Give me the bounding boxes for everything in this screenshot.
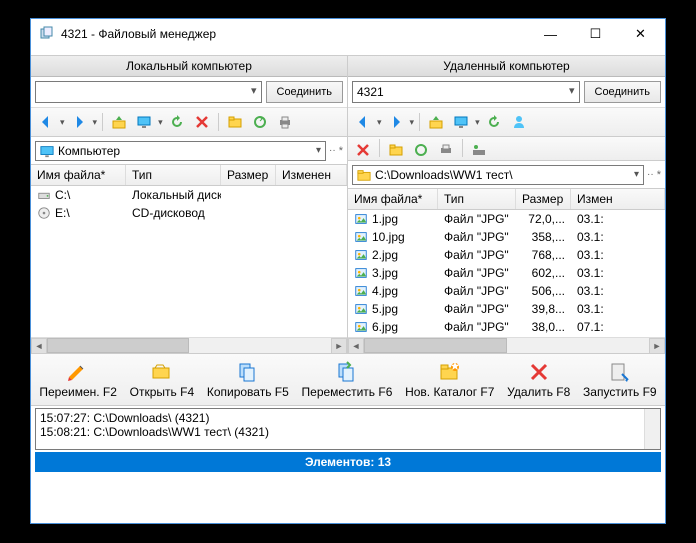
remote-toolbar: ▾ ▾ ▾ [348,108,665,137]
user-icon[interactable] [508,111,530,133]
star-icon[interactable]: * [339,145,343,157]
list-item[interactable]: 6.jpgФайл "JPG"38,0...07.1: [348,318,665,336]
star-icon[interactable]: * [657,169,661,181]
folder-open-icon [150,360,174,384]
action-folder-open[interactable]: Открыть F4 [126,358,198,401]
forward-icon[interactable] [385,111,407,133]
local-panel: Локальный компьютер Соединить ▾ ▾ ▾ [31,56,348,353]
refresh-icon[interactable] [483,111,505,133]
window-title: 4321 - Файловый менеджер [61,27,528,41]
list-item[interactable]: C:\Локальный диск [31,186,347,204]
col-modified[interactable]: Изменен [276,165,347,185]
local-scrollbar[interactable]: ◄► [31,337,347,353]
list-item[interactable]: E:\CD-дисковод [31,204,347,222]
remote-columns: Имя файла* Тип Размер Измен [348,189,665,210]
remote-toolbar-2 [348,137,665,161]
app-icon [39,26,55,42]
local-columns: Имя файла* Тип Размер Изменен [31,165,347,186]
local-path-select[interactable]: Компьютер [35,141,326,161]
status-bar: Элементов: 13 [35,452,661,472]
svg-text:★: ★ [449,360,460,373]
run-icon [608,360,632,384]
local-file-list[interactable]: C:\Локальный дискE:\CD-дисковод [31,186,347,337]
log-line: 15:07:27: C:\Downloads\ (4321) [40,411,656,425]
local-toolbar: ▾ ▾ ▾ [31,108,347,137]
action-bar: Переимен. F2Открыть F4Копировать F5Перем… [31,353,665,406]
local-connection-select[interactable] [35,81,262,103]
pencil-icon [66,360,90,384]
col-name[interactable]: Имя файла* [31,165,126,185]
remote-file-list[interactable]: 1.jpgФайл "JPG"72,0,...03.1:10.jpgФайл "… [348,210,665,337]
action-delete[interactable]: Удалить F8 [503,358,574,401]
col-name[interactable]: Имя файла* [348,189,438,209]
print-icon[interactable] [274,111,296,133]
folder-icon[interactable] [385,139,407,161]
list-item[interactable]: 5.jpgФайл "JPG"39,8...03.1: [348,300,665,318]
local-connect-button[interactable]: Соединить [266,81,344,103]
action-pencil[interactable]: Переимен. F2 [35,358,121,401]
delete-icon [527,360,551,384]
up-folder-icon[interactable] [108,111,130,133]
action-copy[interactable]: Копировать F5 [203,358,293,401]
back-icon[interactable] [352,111,374,133]
sync-icon[interactable] [249,111,271,133]
dots-icon[interactable]: ·· [329,145,336,156]
monitor-icon [40,144,54,158]
action-move[interactable]: Переместить F6 [298,358,397,401]
forward-icon[interactable] [68,111,90,133]
col-type[interactable]: Тип [438,189,516,209]
new-folder-icon: ★ [438,360,462,384]
remote-panel: Удаленный компьютер 4321 Соединить ▾ ▾ ▾ [348,56,665,353]
log-line: 15:08:21: C:\Downloads\WW1 тест\ (4321) [40,425,656,439]
dots-icon[interactable]: ·· [647,169,654,180]
remote-connect-button[interactable]: Соединить [584,81,662,103]
monitor-icon[interactable] [133,111,155,133]
local-panel-header: Локальный компьютер [31,56,347,77]
list-item[interactable]: 4.jpgФайл "JPG"506,...03.1: [348,282,665,300]
log-panel[interactable]: 15:07:27: C:\Downloads\ (4321)15:08:21: … [35,408,661,450]
folder-icon[interactable] [224,111,246,133]
close-button[interactable]: ✕ [618,20,663,48]
col-size[interactable]: Размер [221,165,276,185]
copy-icon [236,360,260,384]
back-icon[interactable] [35,111,57,133]
move-icon [335,360,359,384]
refresh-icon[interactable] [166,111,188,133]
col-size[interactable]: Размер [516,189,571,209]
col-modified[interactable]: Измен [571,189,665,209]
list-item[interactable]: 2.jpgФайл "JPG"768,...03.1: [348,246,665,264]
sync-icon[interactable] [410,139,432,161]
remote-connection-select[interactable]: 4321 [352,81,580,103]
folder-icon [357,168,371,182]
maximize-button[interactable]: ☐ [573,20,618,48]
cancel-icon[interactable] [191,111,213,133]
tools-icon[interactable] [468,139,490,161]
list-item[interactable]: 1.jpgФайл "JPG"72,0,...03.1: [348,210,665,228]
titlebar[interactable]: 4321 - Файловый менеджер — ☐ ✕ [31,19,665,49]
action-run[interactable]: Запустить F9 [579,358,661,401]
remote-scrollbar[interactable]: ◄► [348,337,665,353]
minimize-button[interactable]: — [528,20,573,48]
remote-panel-header: Удаленный компьютер [348,56,665,77]
cancel-icon[interactable] [352,139,374,161]
list-item[interactable]: 3.jpgФайл "JPG"602,...03.1: [348,264,665,282]
action-new-folder[interactable]: ★Нов. Каталог F7 [401,358,498,401]
print-icon[interactable] [435,139,457,161]
col-type[interactable]: Тип [126,165,221,185]
remote-path-select[interactable]: C:\Downloads\WW1 тест\ [352,165,644,185]
app-window: 4321 - Файловый менеджер — ☐ ✕ Локальный… [30,18,666,524]
log-scrollbar[interactable] [644,409,660,449]
list-item[interactable]: 10.jpgФайл "JPG"358,...03.1: [348,228,665,246]
up-folder-icon[interactable] [425,111,447,133]
monitor-icon[interactable] [450,111,472,133]
